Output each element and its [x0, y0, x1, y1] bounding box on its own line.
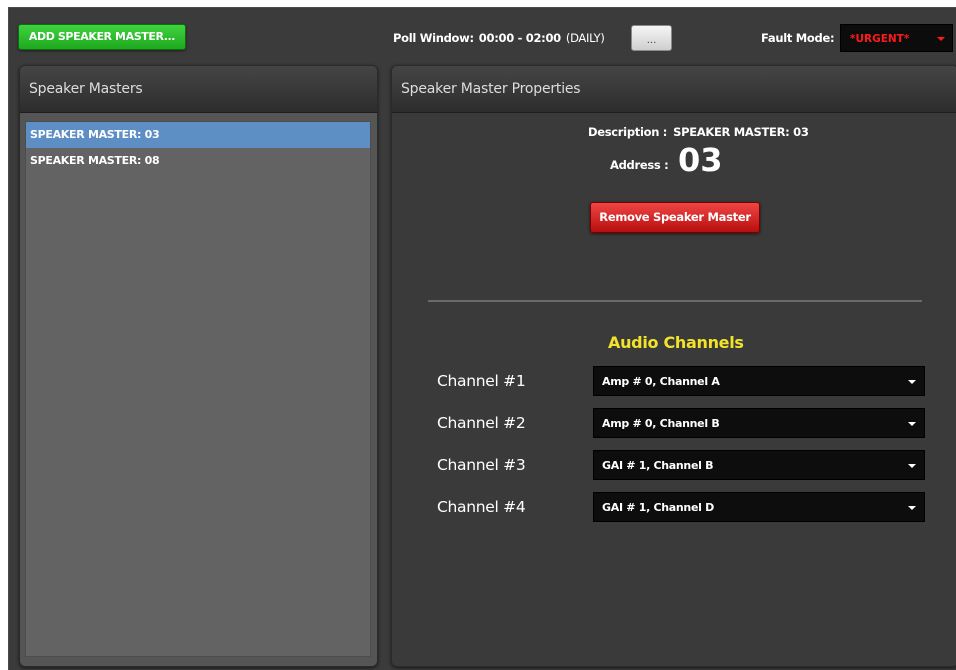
chevron-down-icon — [908, 464, 916, 468]
channel-2-value: Amp # 0, Channel B — [602, 417, 720, 430]
fault-mode-select[interactable]: *URGENT* — [840, 24, 953, 52]
channel-1-select[interactable]: Amp # 0, Channel A — [593, 366, 925, 396]
channel-2-label: Channel #2 — [437, 414, 526, 432]
list-item-speaker-master-03[interactable]: SPEAKER MASTER: 03 — [26, 122, 370, 148]
list-item-speaker-master-08[interactable]: SPEAKER MASTER: 08 — [26, 148, 370, 174]
chevron-down-icon — [908, 422, 916, 426]
chevron-down-icon — [908, 380, 916, 384]
description-row: Description : SPEAKER MASTER: 03 — [588, 124, 809, 140]
channel-1-value: Amp # 0, Channel A — [602, 375, 720, 388]
address-value: 03 — [678, 141, 723, 179]
speaker-master-properties-panel: Speaker Master Properties Description : S… — [391, 65, 956, 667]
poll-window: Poll Window: 00:00 - 02:00 (DAILY) — [393, 28, 605, 48]
chevron-down-icon — [908, 506, 916, 510]
properties-body: Description : SPEAKER MASTER: 03 Address … — [392, 113, 956, 666]
channel-4-select[interactable]: GAI # 1, Channel D — [593, 492, 925, 522]
fault-mode-value: *URGENT* — [850, 33, 910, 45]
speaker-masters-list[interactable]: SPEAKER MASTER: 03 SPEAKER MASTER: 08 — [25, 121, 371, 657]
channel-2-select[interactable]: Amp # 0, Channel B — [593, 408, 925, 438]
poll-window-edit-button[interactable]: ... — [631, 25, 672, 51]
channel-3-select[interactable]: GAI # 1, Channel B — [593, 450, 925, 480]
channel-3-label: Channel #3 — [437, 456, 526, 474]
channel-4-value: GAI # 1, Channel D — [602, 501, 714, 514]
fault-mode-label: Fault Mode: — [761, 31, 835, 45]
speaker-masters-title: Speaker Masters — [20, 66, 377, 113]
speaker-master-properties-title: Speaker Master Properties — [392, 66, 956, 113]
add-speaker-master-button[interactable]: ADD SPEAKER MASTER... — [18, 24, 186, 50]
address-label: Address : — [610, 158, 669, 172]
divider — [428, 300, 922, 302]
chevron-down-icon — [937, 37, 945, 41]
channel-row-2: Channel #2 Amp # 0, Channel B — [392, 408, 956, 438]
channel-3-value: GAI # 1, Channel B — [602, 459, 714, 472]
poll-window-range: 00:00 - 02:00 — [478, 31, 561, 45]
description-value: SPEAKER MASTER: 03 — [673, 125, 809, 139]
description-label: Description : — [588, 125, 668, 139]
channel-row-4: Channel #4 GAI # 1, Channel D — [392, 492, 956, 522]
audio-channels-title: Audio Channels — [608, 333, 744, 352]
channel-row-3: Channel #3 GAI # 1, Channel B — [392, 450, 956, 480]
channel-row-1: Channel #1 Amp # 0, Channel A — [392, 366, 956, 396]
poll-window-label: Poll Window: — [393, 31, 474, 45]
channel-1-label: Channel #1 — [437, 372, 526, 390]
channel-4-label: Channel #4 — [437, 498, 526, 516]
remove-speaker-master-button[interactable]: Remove Speaker Master — [590, 202, 760, 233]
app-window: ADD SPEAKER MASTER... Poll Window: 00:00 … — [8, 7, 956, 670]
poll-window-frequency: (DAILY) — [565, 31, 605, 45]
speaker-masters-panel: Speaker Masters SPEAKER MASTER: 03 SPEAK… — [19, 65, 378, 667]
